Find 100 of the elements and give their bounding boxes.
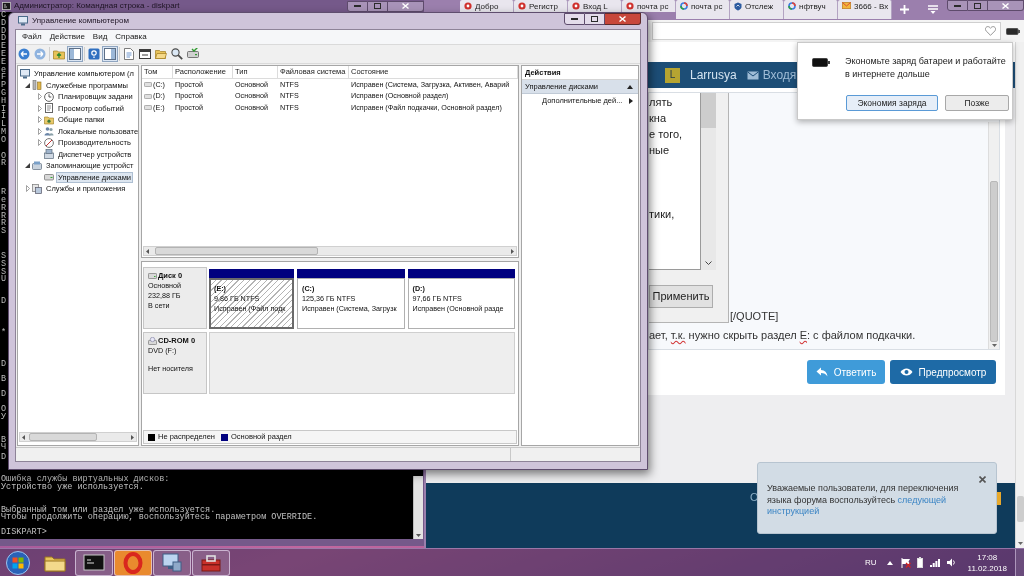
toolbar-button[interactable] [137,46,153,62]
expanded-arrow-icon[interactable] [25,163,30,169]
menu-item[interactable]: Справка [111,31,151,43]
browser-tab[interactable]: 3666 - Вх [838,0,892,19]
user-name[interactable]: Larrusya [690,68,737,82]
scroll-right-icon[interactable] [511,248,514,254]
collapse-arrow-icon[interactable] [627,84,633,89]
minimize-button[interactable] [947,0,968,11]
close-icon[interactable] [979,476,986,483]
minimize-icon [954,4,961,7]
console-text: E [1,51,7,59]
console-text: S [1,252,7,261]
address-field[interactable] [652,22,1001,40]
close-button[interactable] [605,13,641,25]
browser-tab[interactable]: Регистр [514,0,568,12]
menu-button[interactable] [927,3,939,15]
scroll-left-icon[interactable] [22,434,25,440]
eye-icon [899,368,913,376]
menu-item[interactable]: Файл [18,31,46,43]
close-button[interactable] [988,0,1024,11]
minimize-button[interactable] [564,13,585,25]
console-text: H [1,97,7,106]
gauge-icon [44,137,54,148]
text-line: ные [649,143,670,158]
taskbar-button[interactable] [153,549,191,576]
favicon-icon [464,2,472,10]
console-text: S [1,260,7,269]
scrollbar-thumb[interactable] [990,181,998,342]
browser-tab[interactable]: нфтвуч [784,0,838,19]
search-icon [171,48,183,60]
scrollbar-thumb[interactable] [155,247,318,255]
scroll-down-icon[interactable] [416,534,421,537]
volume-icon[interactable] [946,558,956,567]
drive-icon [187,48,199,60]
browser-tab[interactable]: Добро [460,0,514,12]
console-text: S [1,228,7,236]
console-text: U [1,276,7,285]
window-title: Администратор: Командная строка - diskpart [14,1,180,11]
scrollbar-thumb[interactable] [1016,496,1024,522]
scrollbar-thumb[interactable] [29,433,97,441]
text-line: кна [649,111,666,126]
envelope-icon[interactable] [746,70,759,80]
scrollbar-thumb[interactable] [701,93,716,128]
menu-item[interactable]: Вид [88,31,112,43]
optical-drive-icon [148,337,157,345]
chevron-down-icon[interactable] [705,261,712,265]
help-icon [88,48,100,60]
submenu-arrow-icon[interactable] [629,98,633,104]
preview-button[interactable]: Предпросмотр [890,360,996,384]
console-text: I [1,113,7,122]
console-text: D [1,360,7,369]
browser-tab[interactable]: Вход L [568,0,622,12]
taskbar-button[interactable] [75,549,113,576]
scroll-left-icon[interactable] [146,248,149,254]
window-title: Управление компьютером [32,16,129,26]
new-tab-button[interactable] [898,3,910,15]
computer-icon [20,68,30,79]
flag-icon[interactable] [900,557,911,568]
apply-button[interactable]: Применить [649,284,713,308]
toolbar-button[interactable] [169,46,185,62]
start-icon[interactable] [6,550,30,575]
maximize-button[interactable] [968,0,988,11]
console-text: M [1,128,7,137]
tray-arrow-icon[interactable] [886,560,893,565]
popup-button[interactable]: Позже [945,95,1009,111]
forward-icon [34,48,46,60]
maximize-button[interactable] [585,13,605,25]
language-indicator[interactable]: RU [865,557,877,568]
close-icon [402,3,409,9]
clock-button[interactable]: 17:08 11.02.2018 [965,551,1009,574]
maximize-icon [374,3,381,9]
browser-tab[interactable]: почта рс [622,0,676,12]
console-text: O [1,136,7,145]
maximize-button[interactable] [368,0,388,12]
console-text: E [1,43,7,51]
console-text: R [1,189,7,197]
popup-button[interactable]: Экономия заряда [846,95,938,111]
inbox-link[interactable]: Входя [762,68,797,82]
show-desktop-button[interactable] [1015,549,1024,576]
console-text: R [1,160,7,169]
scroll-down-icon[interactable] [1017,542,1023,545]
favicon-icon [788,2,796,10]
menu-item[interactable]: Действие [45,31,89,43]
console-text: Устройство уже используется. [1,483,144,492]
expanded-arrow-icon[interactable] [25,82,30,88]
users-icon [44,126,54,137]
taskbar-button[interactable] [192,549,230,576]
signal-icon[interactable] [929,558,940,567]
browser-tab[interactable]: почта рс [676,0,730,19]
scroll-right-icon[interactable] [131,434,134,440]
back-icon [18,48,30,60]
battery-icon[interactable] [1006,27,1020,35]
browser-tab[interactable]: Отслеж [730,0,784,19]
toolbar-button[interactable] [102,46,118,62]
close-button[interactable] [388,0,424,12]
taskbar-button[interactable] [114,549,152,576]
scroll-down-icon[interactable] [991,344,997,347]
minimize-button[interactable] [347,0,368,12]
notification-text: Уважаемые пользователи, для переключения языка форума воспользуйтесь следующей инструкцией [767,483,960,518]
toolbar-button[interactable] [67,46,83,62]
